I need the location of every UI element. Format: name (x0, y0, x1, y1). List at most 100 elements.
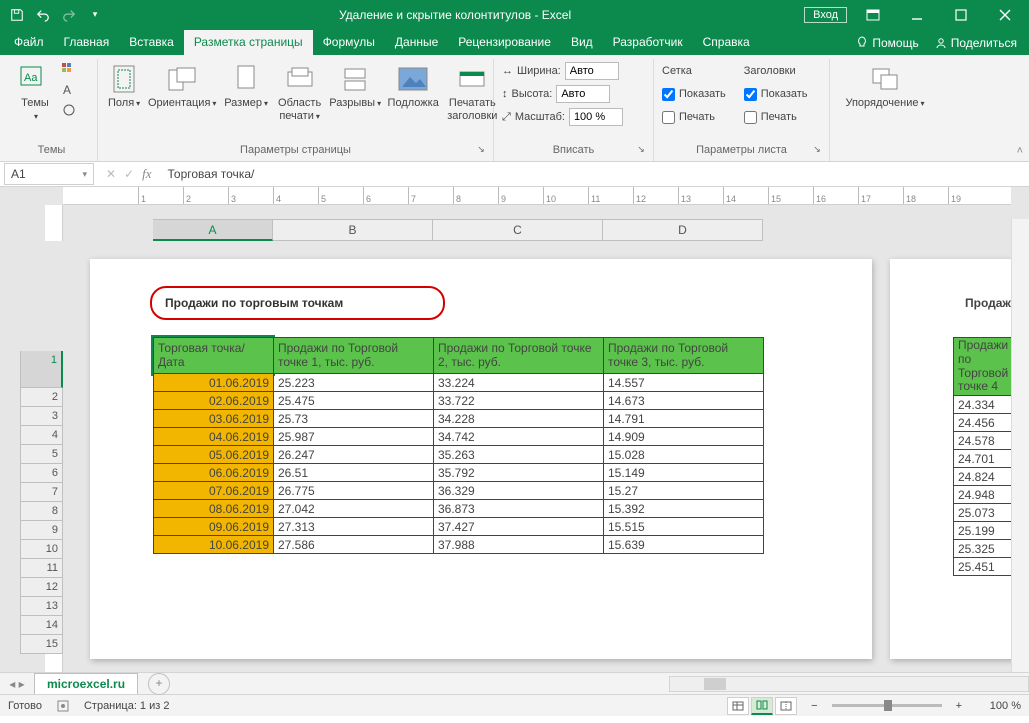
table-header[interactable]: Продажи по Торговой точке 2, тыс. руб. (434, 338, 604, 374)
minimize-icon[interactable] (899, 0, 935, 29)
size-button[interactable]: Размер▾ (222, 61, 270, 112)
enter-icon[interactable]: ✓ (124, 167, 134, 181)
tab-help[interactable]: Справка (693, 30, 760, 55)
macro-record-icon[interactable] (56, 699, 70, 713)
themes-button[interactable]: Aa Темы▾ (14, 61, 56, 123)
row-header-10[interactable]: 10 (20, 540, 63, 559)
add-sheet-button[interactable]: + (148, 673, 170, 695)
print-area-button[interactable]: Область печати▾ (276, 61, 323, 124)
ribbon-display-icon[interactable] (855, 0, 891, 29)
tab-home[interactable]: Главная (54, 30, 120, 55)
row-header-5[interactable]: 5 (20, 445, 63, 464)
dialog-launcher-icon[interactable]: ↘ (811, 144, 823, 156)
cancel-icon[interactable]: ✕ (106, 167, 116, 181)
gridlines-print-checkbox[interactable] (662, 111, 675, 124)
tab-data[interactable]: Данные (385, 30, 448, 55)
margins-button[interactable]: Поля▾ (106, 61, 142, 112)
table-row[interactable]: 07.06.201926.77536.32915.27 (154, 482, 764, 500)
row-header-8[interactable]: 8 (20, 502, 63, 521)
scale-input[interactable] (569, 108, 623, 126)
col-header-D[interactable]: D (603, 219, 763, 241)
row-header-6[interactable]: 6 (20, 464, 63, 483)
table-row[interactable]: 05.06.201926.24735.26315.028 (154, 446, 764, 464)
data-table[interactable]: Торговая точка/ ДатаПродажи по Торговой … (153, 337, 764, 554)
worksheet-area: 12345678910111213141516171819 A B C D 12… (0, 187, 1029, 672)
table-header[interactable]: Продажи по Торговой точке 3, тыс. руб. (604, 338, 764, 374)
row-header-3[interactable]: 3 (20, 407, 63, 426)
share-button[interactable]: Поделиться (927, 31, 1025, 55)
table-row[interactable]: 09.06.201927.31337.42715.515 (154, 518, 764, 536)
headings-show-checkbox[interactable] (744, 88, 757, 101)
tab-developer[interactable]: Разработчик (603, 30, 693, 55)
undo-icon[interactable] (32, 4, 54, 26)
signin-button[interactable]: Вход (804, 7, 847, 23)
row-header-12[interactable]: 12 (20, 578, 63, 597)
gridlines-show-checkbox[interactable] (662, 88, 675, 101)
zoom-slider[interactable] (832, 704, 942, 707)
vertical-scrollbar[interactable] (1011, 219, 1029, 672)
print-titles-button[interactable]: Печатать заголовки (445, 61, 499, 124)
formula-input[interactable]: Торговая точка/ (160, 165, 1029, 183)
zoom-out-button[interactable]: − (811, 700, 817, 712)
horizontal-scrollbar[interactable] (669, 676, 1029, 692)
sheet-tab[interactable]: microexcel.ru (34, 673, 138, 694)
table-header[interactable]: Продажи по Торговой точке 1, тыс. руб. (274, 338, 434, 374)
name-box[interactable]: A1▾ (4, 163, 94, 185)
fonts-icon[interactable]: A (62, 83, 78, 97)
tab-page-layout[interactable]: Разметка страницы (184, 30, 313, 55)
headings-print-checkbox[interactable] (744, 111, 757, 124)
save-icon[interactable] (6, 4, 28, 26)
table-row[interactable]: 08.06.201927.04236.87315.392 (154, 500, 764, 518)
horizontal-ruler[interactable]: 12345678910111213141516171819 (63, 187, 1011, 205)
qat-customize-icon[interactable]: ▾ (84, 4, 106, 26)
page-header-text[interactable]: Продажи по торговым точкам (165, 296, 343, 310)
row-header-15[interactable]: 15 (20, 635, 63, 654)
orientation-button[interactable]: Ориентация▾ (148, 61, 216, 112)
table-row[interactable]: 01.06.201925.22333.22414.557 (154, 374, 764, 392)
page-layout-view-button[interactable] (751, 697, 773, 715)
close-icon[interactable] (987, 0, 1023, 29)
zoom-level[interactable]: 100 % (976, 700, 1021, 712)
normal-view-button[interactable] (727, 697, 749, 715)
table-row[interactable]: 06.06.201926.5135.79215.149 (154, 464, 764, 482)
page-break-view-button[interactable] (775, 697, 797, 715)
row-header-4[interactable]: 4 (20, 426, 63, 445)
tab-file[interactable]: Файл (4, 30, 54, 55)
col-header-A[interactable]: A (153, 219, 273, 241)
row-header-11[interactable]: 11 (20, 559, 63, 578)
maximize-icon[interactable] (943, 0, 979, 29)
sheet-nav[interactable]: ◂ ▸ (0, 677, 34, 691)
effects-icon[interactable] (62, 103, 78, 117)
tell-me[interactable]: Помощь (848, 31, 926, 55)
table-row[interactable]: 04.06.201925.98734.74214.909 (154, 428, 764, 446)
data-table-2[interactable]: Продажи по Торговой точке 424.33424.4562… (953, 337, 1020, 576)
tab-review[interactable]: Рецензирование (448, 30, 561, 55)
row-header-9[interactable]: 9 (20, 521, 63, 540)
height-input[interactable] (556, 85, 610, 103)
fx-icon[interactable]: fx (142, 166, 151, 182)
tab-formulas[interactable]: Формулы (313, 30, 385, 55)
background-button[interactable]: Подложка (387, 61, 439, 112)
table-row[interactable]: 02.06.201925.47533.72214.673 (154, 392, 764, 410)
breaks-button[interactable]: Разрывы▾ (329, 61, 381, 112)
dialog-launcher-icon[interactable]: ↘ (635, 144, 647, 156)
table-row[interactable]: 03.06.201925.7334.22814.791 (154, 410, 764, 428)
tab-insert[interactable]: Вставка (119, 30, 184, 55)
col-header-B[interactable]: B (273, 219, 433, 241)
table-row[interactable]: 10.06.201927.58637.98815.639 (154, 536, 764, 554)
table-header[interactable]: Торговая точка/ Дата (154, 338, 274, 374)
row-header-14[interactable]: 14 (20, 616, 63, 635)
arrange-button[interactable]: Упорядочение▾ (840, 61, 930, 112)
zoom-in-button[interactable]: + (956, 700, 962, 712)
collapse-ribbon-icon[interactable]: ˄ (1017, 145, 1023, 157)
width-input[interactable] (565, 62, 619, 80)
row-header-1[interactable]: 1 (20, 351, 63, 388)
dialog-launcher-icon[interactable]: ↘ (475, 144, 487, 156)
col-header-C[interactable]: C (433, 219, 603, 241)
tab-view[interactable]: Вид (561, 30, 603, 55)
row-header-7[interactable]: 7 (20, 483, 63, 502)
redo-icon[interactable] (58, 4, 80, 26)
colors-icon[interactable] (62, 63, 78, 77)
row-header-2[interactable]: 2 (20, 388, 63, 407)
row-header-13[interactable]: 13 (20, 597, 63, 616)
